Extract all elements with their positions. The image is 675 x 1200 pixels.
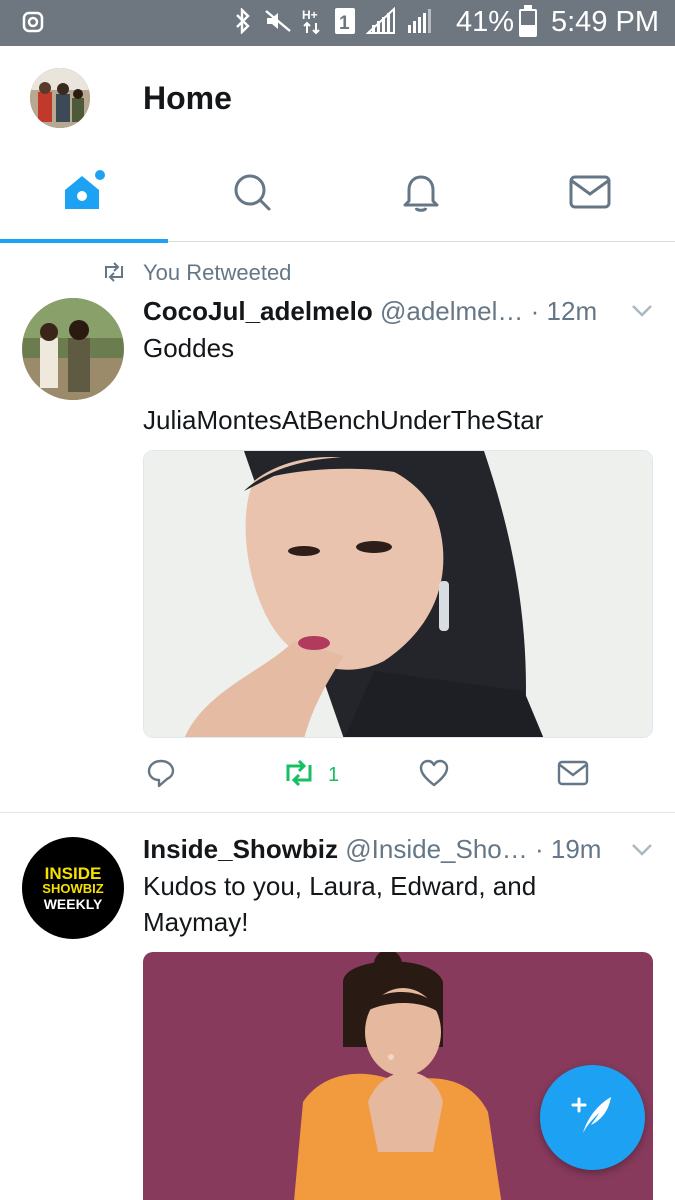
app-header: Home (0, 46, 675, 146)
bluetooth-icon (232, 6, 254, 39)
avatar-text: INSIDE (44, 863, 102, 883)
svg-text:1: 1 (339, 13, 350, 34)
compose-tweet-button[interactable] (540, 1065, 645, 1170)
tweet-actions: 1 (0, 755, 675, 795)
signal-icon (365, 6, 396, 40)
tab-messages[interactable] (506, 146, 674, 242)
battery-percent: 41% (456, 6, 515, 38)
home-icon (61, 169, 107, 220)
chevron-down-icon[interactable] (631, 843, 653, 862)
author-handle: @adelmel… (379, 296, 524, 326)
avatar[interactable]: INSIDE SHOWBIZ WEEKLY (22, 837, 124, 939)
retweet-button[interactable]: 1 (282, 755, 339, 795)
status-bar: H+ 1 41% 5:49 PM (0, 0, 675, 46)
bell-icon (401, 171, 441, 218)
share-dm-button[interactable] (557, 755, 589, 795)
retweet-context: You Retweeted (143, 260, 292, 285)
avatar-text: SHOWBIZ (42, 880, 104, 896)
clock: 5:49 PM (551, 6, 659, 38)
signal-icon-2 (406, 7, 432, 40)
tweet-text: Kudos to you, Laura, Edward, and Maymay! (143, 871, 537, 937)
retweet-count: 1 (328, 763, 340, 786)
mute-icon (264, 9, 292, 38)
hplus-data-icon: H+ (302, 7, 324, 40)
sim-icon: 1 (334, 7, 356, 40)
retweet-small-icon (101, 262, 127, 287)
avatar-text: WEEKLY (43, 895, 103, 912)
retweet-icon (282, 759, 316, 791)
author-name[interactable]: CocoJul_adelmelo (143, 296, 373, 326)
heart-icon (419, 759, 449, 792)
author-name[interactable]: Inside_Showbiz (143, 834, 338, 864)
battery-icon (519, 5, 537, 37)
instagram-icon (22, 11, 44, 33)
tweet-text: Goddes JuliaMontesAtBenchUnderTheStar (143, 333, 544, 435)
mail-icon (557, 760, 589, 791)
svg-text:H+: H+ (302, 8, 318, 22)
reply-button[interactable] (146, 755, 176, 795)
tab-bar (0, 146, 675, 243)
author-handle: @Inside_Sho… (345, 834, 528, 864)
tab-notifications[interactable] (337, 146, 505, 242)
tab-search[interactable] (168, 146, 336, 242)
like-button[interactable] (419, 755, 449, 795)
tweet-card[interactable]: You Retweeted CocoJul_adelmelo @adelmel…… (0, 242, 675, 812)
tweet-media-image[interactable] (143, 450, 653, 738)
compose-feather-icon (567, 1089, 619, 1146)
reply-icon (146, 758, 176, 793)
tab-home[interactable] (0, 146, 168, 243)
page-title: Home (143, 80, 232, 116)
tweet-time: · 19m (535, 834, 602, 864)
avatar[interactable] (22, 298, 124, 400)
tweet-time: · 12m (530, 296, 598, 326)
search-icon (232, 172, 272, 217)
profile-avatar[interactable] (30, 68, 90, 128)
chevron-down-icon[interactable] (631, 304, 653, 323)
mail-icon (569, 174, 611, 215)
